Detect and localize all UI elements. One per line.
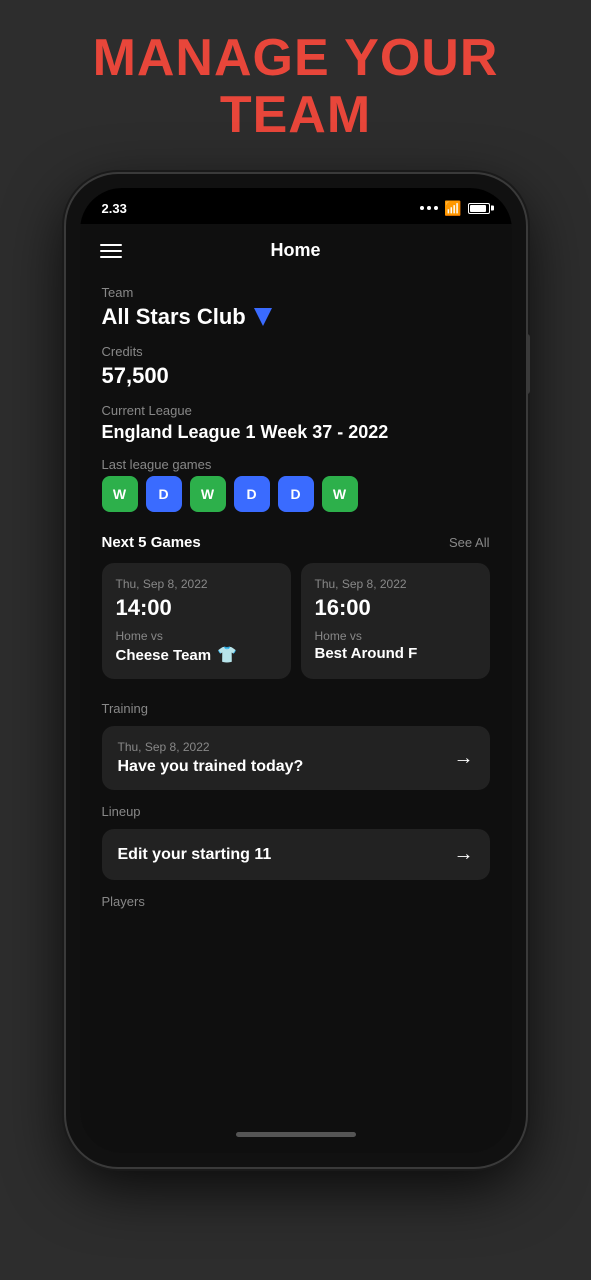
see-all-button[interactable]: See All [449,535,489,550]
result-badge-2: D [146,476,182,512]
battery-icon [468,203,490,214]
team-name: All Stars Club [102,304,490,330]
lineup-text: Edit your starting 11 [118,846,272,864]
status-icons: 📶 [420,200,489,217]
result-badge-3: W [190,476,226,512]
training-text: Have you trained today? [118,758,304,776]
games-row: Thu, Sep 8, 2022 14:00 Home vs Cheese Te… [102,563,490,679]
league-label: Current League [102,403,490,418]
game-2-time: 16:00 [315,595,476,621]
main-content: Team All Stars Club Credits 57,500 Curre… [80,277,512,929]
credits-value: 57,500 [102,363,490,389]
training-arrow-icon: → [454,747,474,770]
status-time: 2.33 [102,201,127,216]
lineup-card[interactable]: Edit your starting 11 → [102,829,490,880]
bottom-bar [80,1124,512,1153]
signal-icon [420,206,438,210]
team-label: Team [102,285,490,300]
page-title: MANAGE YOUR TEAM [93,30,499,144]
top-bar: Home [80,224,512,277]
result-badge-1: W [102,476,138,512]
game-1-time: 14:00 [116,595,277,621]
last-games-label: Last league games [102,457,490,472]
hamburger-menu[interactable] [100,244,122,258]
game-1-date: Thu, Sep 8, 2022 [116,577,277,591]
next-games-header: Next 5 Games See All [102,534,490,551]
result-badge-5: D [278,476,314,512]
league-name: England League 1 Week 37 - 2022 [102,422,490,443]
results-row: W D W D D W [102,476,490,512]
game-2-opponent: Best Around F [315,645,476,662]
game-2-venue: Home vs [315,629,476,643]
title-line2: TEAM [220,86,371,144]
lineup-arrow-icon: → [454,843,474,866]
game-1-venue: Home vs [116,629,277,643]
team-badge-icon [254,308,272,326]
game-card-2[interactable]: Thu, Sep 8, 2022 16:00 Home vs Best Arou… [301,563,490,679]
result-badge-6: W [322,476,358,512]
lineup-card-left: Edit your starting 11 [118,846,272,864]
wifi-icon: 📶 [444,200,461,217]
game-2-date: Thu, Sep 8, 2022 [315,577,476,591]
team-name-text: All Stars Club [102,304,246,330]
training-label: Training [102,701,490,716]
game-card-1[interactable]: Thu, Sep 8, 2022 14:00 Home vs Cheese Te… [102,563,291,679]
title-line1: MANAGE YOUR [93,29,499,87]
nav-title: Home [270,240,320,261]
credits-label: Credits [102,344,490,359]
shirt-icon: 👕 [217,645,237,665]
training-card[interactable]: Thu, Sep 8, 2022 Have you trained today?… [102,726,490,790]
app-content: Home Team All Stars Club Credits 57,500 … [80,224,512,1124]
phone-shell: 2.33 📶 Home [66,174,526,1167]
lineup-label: Lineup [102,804,490,819]
status-bar: 2.33 📶 [80,188,512,224]
phone-screen: 2.33 📶 Home [80,188,512,1153]
game-1-opponent: Cheese Team 👕 [116,645,277,665]
home-indicator[interactable] [236,1132,356,1137]
training-date: Thu, Sep 8, 2022 [118,740,304,754]
training-card-left: Thu, Sep 8, 2022 Have you trained today? [118,740,304,776]
players-label: Players [102,894,490,909]
result-badge-4: D [234,476,270,512]
next-games-title: Next 5 Games [102,534,201,551]
